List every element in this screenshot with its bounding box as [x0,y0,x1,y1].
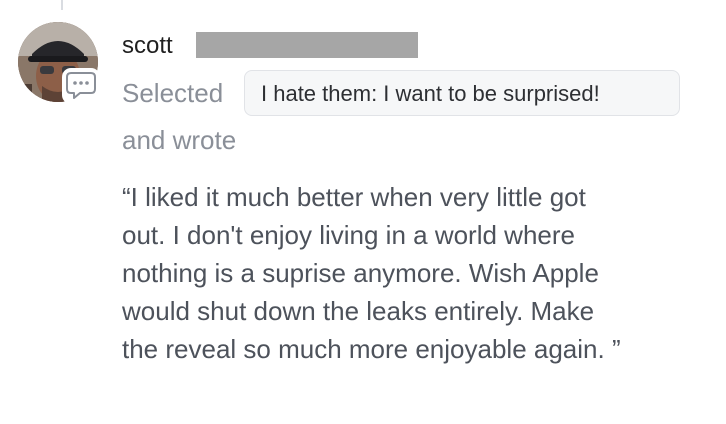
quote-line: nothing is a suprise anymore. Wish Apple [122,258,599,288]
redacted-name-block [196,32,418,58]
comment-quote: “I liked it much better when very little… [122,178,702,368]
and-wrote-label: and wrote [122,125,237,155]
selected-label: Selected [122,78,224,108]
quote-line: out. I don't enjoy living in a world whe… [122,220,575,250]
timeline-connector [61,0,63,10]
selected-option-pill[interactable]: I hate them: I want to be surprised! [244,70,680,116]
quote-line: would shut down the leaks entirely. Make [122,296,595,326]
comment-badge [62,68,100,104]
quote-line: “I liked it much better when very little… [122,182,586,212]
comment-bubble-icon [66,72,96,99]
quote-line: the reveal so much more enjoyable again.… [122,334,621,364]
author-name[interactable]: scott [122,31,173,61]
